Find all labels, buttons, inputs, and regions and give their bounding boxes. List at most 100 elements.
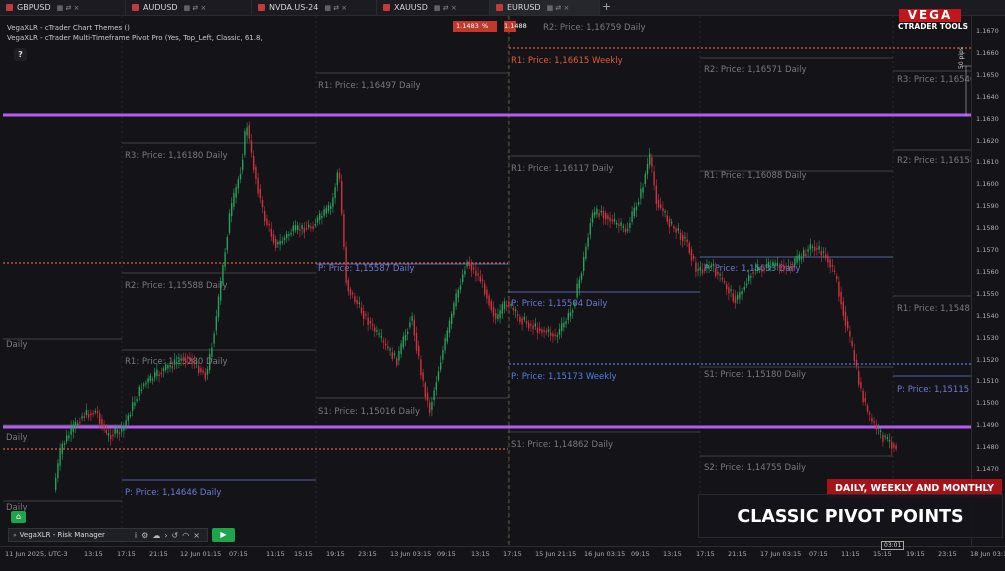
candlestick	[783, 266, 785, 270]
tab-eurusd[interactable]: EURUSD ▦ ⇄ ×	[490, 0, 600, 15]
candlestick	[85, 410, 88, 416]
tab-controls-icon[interactable]: ▦ ⇄ ×	[547, 4, 570, 12]
tab-label: XAUUSD	[394, 3, 428, 12]
candlestick	[442, 350, 444, 360]
tab-gbpusd[interactable]: GBPUSD ▦ ⇄ ×	[0, 0, 126, 15]
candlestick	[74, 421, 77, 429]
candlestick	[255, 167, 257, 179]
candlestick	[743, 287, 745, 290]
tab-controls-icon[interactable]: ▦ ⇄ ×	[434, 4, 457, 12]
daily-pivot-label: R1: Price: 1,15481	[897, 304, 971, 314]
candlestick	[433, 390, 435, 400]
gauge-icon[interactable]: ◠	[182, 531, 189, 540]
candlestick	[389, 348, 391, 351]
candlestick	[116, 429, 118, 434]
candlestick	[88, 414, 90, 418]
candlestick	[814, 246, 816, 251]
help-icon[interactable]: ?	[14, 48, 27, 61]
candlestick	[717, 271, 719, 275]
candlestick	[259, 189, 261, 199]
candlestick	[55, 477, 57, 490]
price-tick: 1.1510	[976, 377, 999, 386]
play-button[interactable]: ▶	[212, 528, 235, 542]
candlestick	[686, 239, 688, 243]
candlestick	[420, 359, 422, 376]
price-tick: 1.1550	[976, 289, 999, 298]
candlestick	[585, 246, 587, 259]
tab-controls-icon[interactable]: ▦ ⇄ ×	[184, 4, 207, 12]
time-tick: 23:15	[938, 550, 957, 558]
close-icon[interactable]: ×	[193, 531, 200, 540]
daily-pivot-label: R2: Price: 1,16571 Daily	[704, 65, 807, 75]
candlestick	[864, 398, 866, 402]
candlestick	[825, 254, 827, 259]
candlestick	[426, 392, 429, 401]
candlestick	[534, 323, 536, 327]
candlestick	[101, 419, 103, 425]
price-tick: 1.1560	[976, 267, 999, 276]
candlestick	[677, 228, 679, 231]
candlestick	[63, 443, 66, 445]
candlestick	[596, 208, 598, 215]
settings-icon[interactable]: ⚙	[141, 531, 148, 540]
candlestick	[486, 289, 488, 299]
time-tick: 15:15	[873, 550, 892, 558]
candlestick	[270, 228, 272, 237]
candlestick	[316, 217, 319, 223]
candlestick	[308, 224, 310, 228]
ask-price-chip[interactable]: 1.1488	[504, 21, 527, 32]
tab-nvdaus24[interactable]: NVDA.US-24 ▦ ⇄ ×	[252, 0, 377, 15]
info-icon[interactable]: i	[135, 531, 137, 540]
candlestick	[415, 332, 418, 351]
candlestick	[552, 333, 554, 337]
tab-controls-icon[interactable]: ▦ ⇄ ×	[324, 4, 347, 12]
candlestick	[855, 360, 858, 367]
candlestick	[807, 249, 809, 252]
price-axis[interactable]: 1.1670 1.1660 1.1650 1.1640 1.1630 1.1620 1.16…	[971, 16, 1005, 546]
candlestick	[352, 292, 354, 295]
candlestick	[393, 353, 396, 356]
candlestick	[143, 384, 145, 386]
candlestick	[325, 207, 327, 214]
candlestick	[873, 421, 875, 423]
history-icon[interactable]: ↺	[172, 531, 179, 540]
candlestick	[578, 279, 580, 289]
candlestick	[332, 197, 334, 207]
risk-manager-bar[interactable]: » VegaXLR - Risk Manager i ⚙ ☁ › ↺ ◠ ×	[8, 528, 208, 542]
price-chart[interactable]: Daily Daily Daily R3: Price: 1,16180 Daily R…	[3, 16, 971, 546]
add-tab-icon[interactable]: +	[602, 0, 611, 14]
robot-icon[interactable]: ⌂	[11, 511, 26, 523]
candlestick	[737, 295, 739, 300]
candlestick	[114, 428, 116, 434]
time-axis[interactable]: 11 Jun 2025, UTC-3 13:15 17:15 21:15 12 Jun …	[0, 546, 1005, 571]
candlestick	[275, 239, 277, 249]
candlestick	[125, 420, 127, 426]
candlestick	[334, 187, 336, 198]
candlestick	[162, 368, 165, 372]
candlestick	[277, 242, 279, 245]
candlestick	[470, 264, 473, 271]
cloud-icon[interactable]: ☁	[152, 531, 160, 540]
candlestick	[297, 225, 299, 230]
tab-controls-icon[interactable]: ▦ ⇄ ×	[57, 4, 80, 12]
time-tick: 18 Jun 03:15	[970, 550, 1005, 558]
candlestick	[880, 430, 882, 433]
brand-subtitle: CTRADER TOOLS	[898, 22, 968, 31]
candlestick	[565, 321, 567, 324]
tab-xauusd[interactable]: XAUUSD ▦ ⇄ ×	[377, 0, 490, 15]
candlestick	[279, 240, 281, 245]
candlestick	[574, 302, 576, 307]
candlestick	[497, 314, 499, 319]
bid-price-chip[interactable]: 1.1483	[453, 21, 497, 32]
candlestick	[356, 300, 358, 304]
candlestick	[624, 228, 627, 232]
candlestick	[145, 382, 147, 385]
candlestick	[891, 442, 893, 449]
candlestick	[473, 267, 475, 270]
time-tick: 17:15	[503, 550, 522, 558]
candlestick	[649, 153, 651, 165]
time-tick: 07:15	[229, 550, 248, 558]
terminal-icon[interactable]: ›	[164, 531, 167, 540]
tab-audusd[interactable]: AUDUSD ▦ ⇄ ×	[126, 0, 252, 15]
candlestick	[369, 320, 371, 324]
